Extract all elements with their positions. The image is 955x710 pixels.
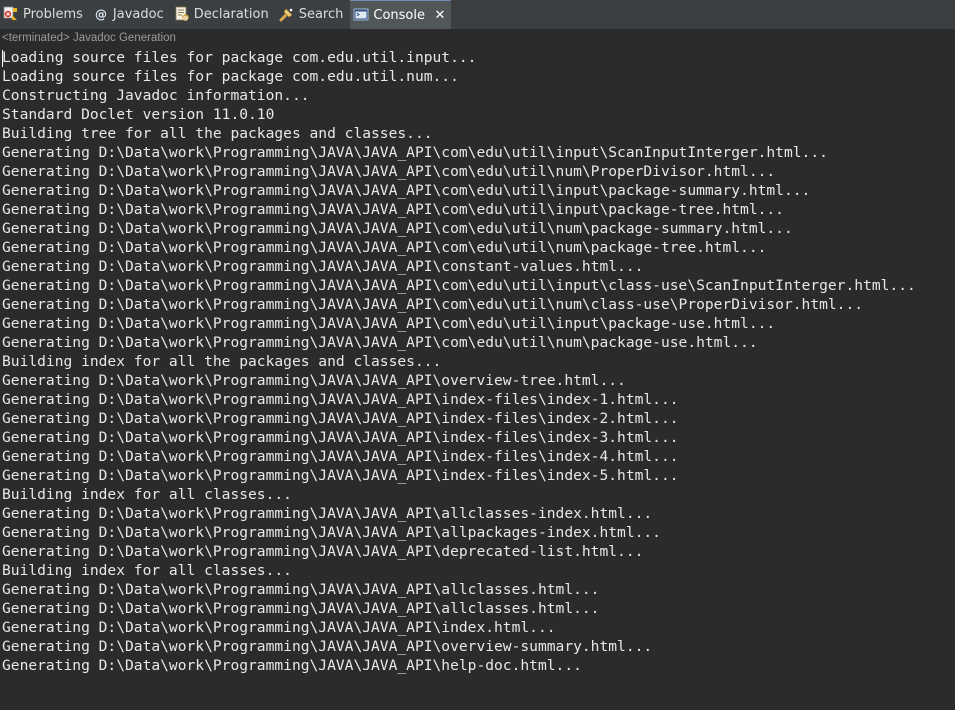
declaration-icon: @ (174, 6, 190, 22)
console-line: Generating D:\Data\work\Programming\JAVA… (2, 391, 679, 408)
console-line: Generating D:\Data\work\Programming\JAVA… (2, 258, 644, 275)
svg-text:@: @ (183, 16, 189, 22)
console-line: Generating D:\Data\work\Programming\JAVA… (2, 581, 600, 598)
console-line: Generating D:\Data\work\Programming\JAVA… (2, 543, 644, 560)
console-line: Generating D:\Data\work\Programming\JAVA… (2, 657, 582, 674)
console-line: Generating D:\Data\work\Programming\JAVA… (2, 524, 661, 541)
console-line: Generating D:\Data\work\Programming\JAVA… (2, 296, 864, 313)
javadoc-icon: @ (93, 6, 109, 22)
console-line: Generating D:\Data\work\Programming\JAVA… (2, 144, 828, 161)
tab-console[interactable]: Console ✕ (350, 0, 451, 29)
console-line: Standard Doclet version 11.0.10 (2, 106, 275, 123)
tab-label: Declaration (193, 6, 269, 22)
console-line: Generating D:\Data\work\Programming\JAVA… (2, 277, 916, 294)
console-icon (353, 7, 369, 23)
console-line: Constructing Javadoc information... (2, 87, 310, 104)
console-line: Generating D:\Data\work\Programming\JAVA… (2, 638, 653, 655)
console-line: Generating D:\Data\work\Programming\JAVA… (2, 372, 626, 389)
tab-declaration[interactable]: @ Declaration (171, 0, 276, 29)
view-tab-bar: Problems @ Javadoc @ Declaration Search … (0, 0, 955, 30)
console-line: Generating D:\Data\work\Programming\JAVA… (2, 163, 776, 180)
console-line: Generating D:\Data\work\Programming\JAVA… (2, 505, 653, 522)
search-icon (279, 6, 295, 22)
console-line: Generating D:\Data\work\Programming\JAVA… (2, 448, 679, 465)
console-line: Loading source files for package com.edu… (2, 68, 459, 85)
console-line: Generating D:\Data\work\Programming\JAVA… (2, 410, 679, 427)
console-output[interactable]: Loading source files for package com.edu… (0, 47, 955, 710)
tab-javadoc[interactable]: @ Javadoc (90, 0, 171, 29)
console-line: Building tree for all the packages and c… (2, 125, 433, 142)
tab-label: Search (298, 6, 344, 22)
problems-icon (3, 6, 19, 22)
console-line: Loading source files for package com.edu… (2, 49, 477, 66)
tab-label: Javadoc (112, 6, 164, 22)
tab-label: Problems (23, 6, 83, 22)
console-status: <terminated> Javadoc Generation (0, 30, 955, 47)
console-line: Generating D:\Data\work\Programming\JAVA… (2, 600, 600, 617)
close-icon[interactable]: ✕ (433, 8, 447, 23)
console-line: Generating D:\Data\work\Programming\JAVA… (2, 467, 679, 484)
tab-problems[interactable]: Problems (0, 0, 90, 29)
tab-label: Console (373, 7, 425, 23)
console-line: Building index for all classes... (2, 486, 292, 503)
console-line: Generating D:\Data\work\Programming\JAVA… (2, 334, 758, 351)
text-caret (2, 50, 3, 67)
tab-search[interactable]: Search (276, 0, 351, 29)
svg-text:@: @ (95, 8, 107, 22)
console-line: Building index for all the packages and … (2, 353, 442, 370)
console-line: Generating D:\Data\work\Programming\JAVA… (2, 429, 679, 446)
console-line: Building index for all classes... (2, 562, 292, 579)
console-line: Generating D:\Data\work\Programming\JAVA… (2, 201, 784, 218)
console-line: Generating D:\Data\work\Programming\JAVA… (2, 182, 811, 199)
console-line: Generating D:\Data\work\Programming\JAVA… (2, 619, 556, 636)
console-line: Generating D:\Data\work\Programming\JAVA… (2, 239, 767, 256)
console-view: Problems @ Javadoc @ Declaration Search … (0, 0, 955, 710)
console-line: Generating D:\Data\work\Programming\JAVA… (2, 315, 776, 332)
console-line: Generating D:\Data\work\Programming\JAVA… (2, 220, 793, 237)
